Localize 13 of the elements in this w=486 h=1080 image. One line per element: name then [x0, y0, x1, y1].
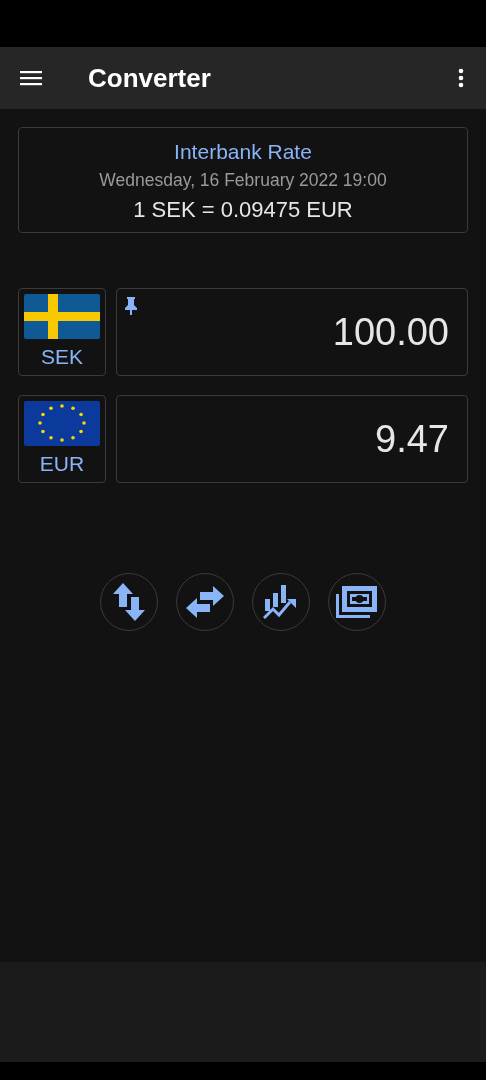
currency-selector[interactable]: EUR: [18, 395, 106, 483]
amount-field[interactable]: 9.47: [116, 395, 468, 483]
rate-date: Wednesday, 16 February 2022 19:00: [99, 170, 387, 191]
pin-icon: [125, 297, 137, 315]
flag-icon: [24, 401, 100, 446]
exchange-rate: 1 SEK = 0.09475 EUR: [133, 197, 353, 223]
flag-icon: [24, 294, 100, 339]
rate-title: Interbank Rate: [174, 140, 312, 164]
currency-selector[interactable]: SEK: [18, 288, 106, 376]
amount-field[interactable]: 100.00: [116, 288, 468, 376]
toolbar-title: Converter: [88, 62, 212, 94]
amount-value: 100.00: [332, 310, 449, 354]
amount-value: 9.47: [375, 417, 449, 461]
